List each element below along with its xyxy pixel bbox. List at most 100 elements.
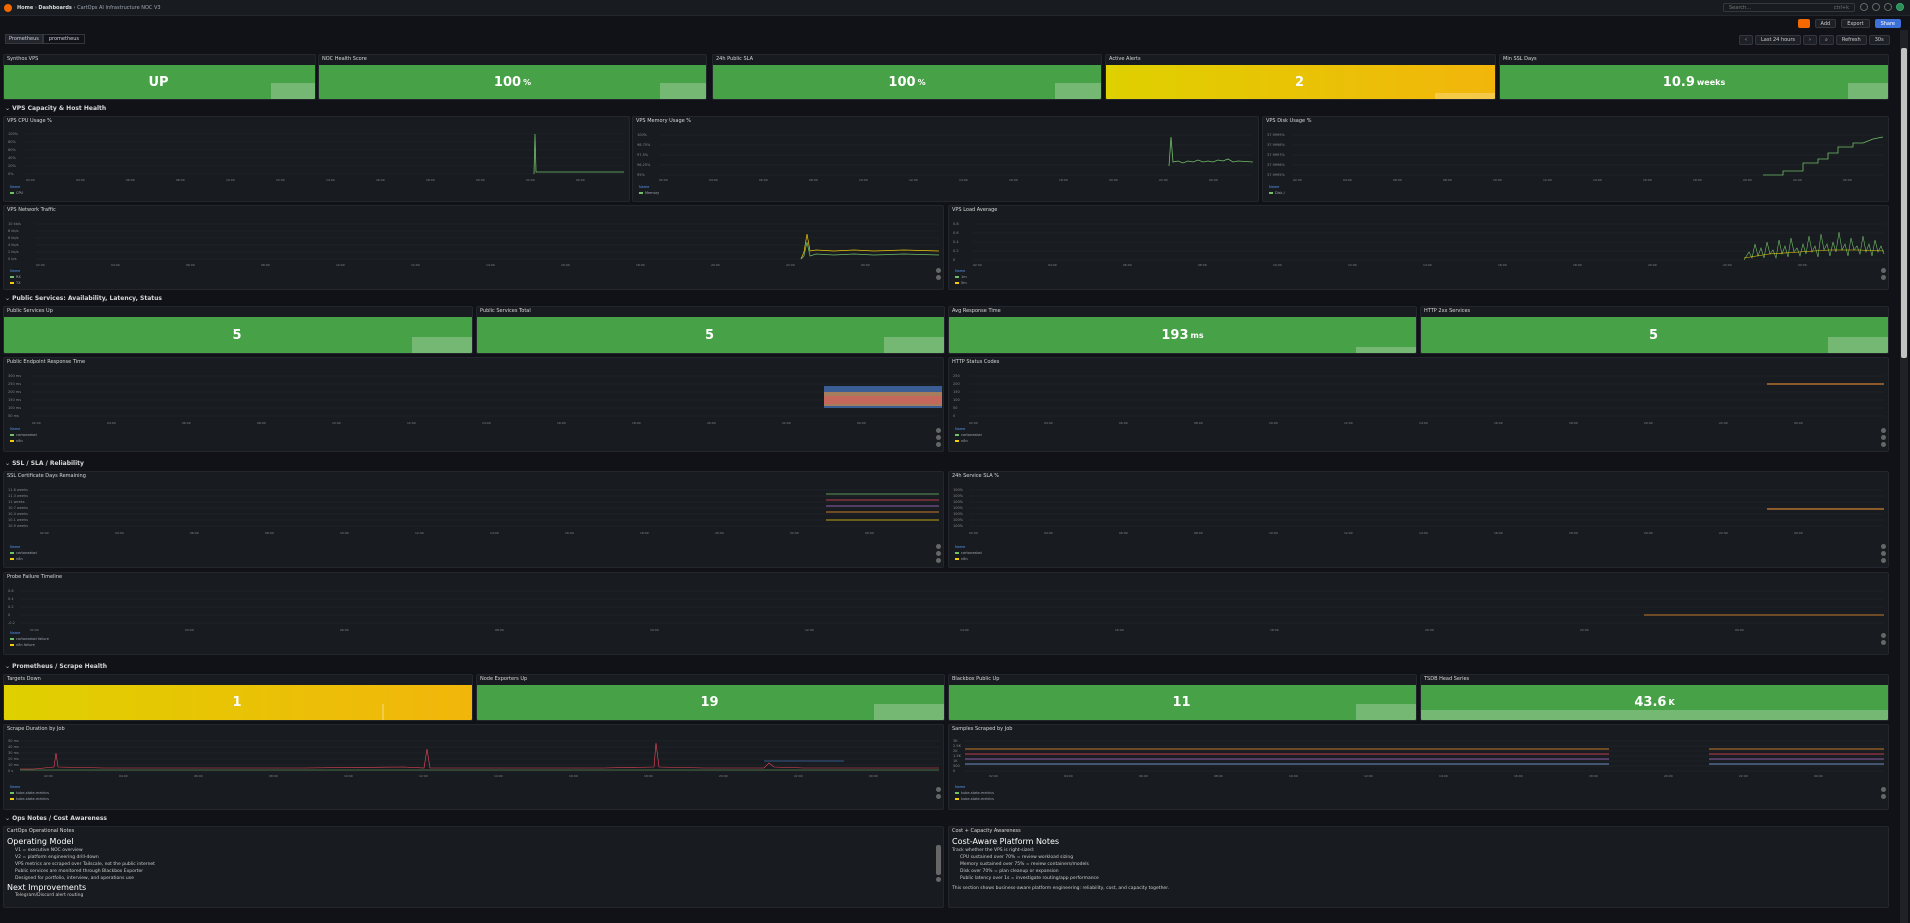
response-chart: 300 ms 250 ms 200 ms 150 ms 100 ms 50 ms 02:0… [8,374,942,425]
stat-panel-http-2xx[interactable]: HTTP 2xx Services 5 [1420,306,1889,354]
row-ops-notes[interactable]: Ops Notes / Cost Awareness [5,815,107,822]
panel-cost-capacity[interactable]: Cost + Capacity Awareness Cost-Aware Pla… [948,826,1889,908]
stat-value: 100% [319,65,706,99]
ssl-xticks: 02:00 04:00 06:00 08:00 10:00 12:00 14:00 16:00… [40,531,874,535]
panel-vps-network[interactable]: VPS Network Traffic 10 kb/s 8 kb/s 6 kb/s 4… [3,205,944,290]
ops-list: V1 = executive NOC overview V2 = platfor… [7,847,931,882]
panel-title: HTTP 2xx Services [1424,308,1471,314]
legend-scrollbar[interactable] [1881,544,1886,563]
page-scrollbar-thumb[interactable] [1901,48,1907,358]
samples-yticks: 3K2.5K2K1.5K1K5000 [953,739,962,773]
datasource-select[interactable]: prometheus [42,34,85,44]
panel-vps-cpu[interactable]: VPS CPU Usage % 100% 80% 60% 40% 20% 0% 02:00… [3,116,630,202]
legend-item-disk[interactable]: Disk / [1275,190,1285,196]
panel-probe-failure[interactable]: Probe Failure Timeline 0.6 0.4 0.2 0 -0.2 0 2… [3,572,1889,655]
legend-item-kube-state-2[interactable]: kube-state-metrics [961,796,994,802]
svg-text:00:00: 00:00 [1843,178,1852,182]
http-legend: Name cartoneatwi n8n [955,427,982,444]
datasource-variable[interactable]: Prometheus prometheus [5,34,85,44]
row-ssl-sla[interactable]: SSL / SLA / Reliability [5,460,84,467]
legend-item-n8n-failure[interactable]: n8n failure [16,642,35,648]
legend-item-tx[interactable]: TX [16,280,21,286]
panel-public-response-time[interactable]: Public Endpoint Response Time 300 ms 250 … [3,357,944,452]
panel-vps-load[interactable]: VPS Load Average 0.8 0.6 0.4 0.2 0 02:00 04:0… [948,205,1889,290]
panel-http-status-codes[interactable]: HTTP Status Codes 250 200 150 100 50 0 02:00 0… [948,357,1889,452]
legend-item-n8n[interactable]: n8n [961,438,968,444]
legend-scrollbar[interactable] [1881,633,1886,645]
stat-panel-targets-down[interactable]: Targets Down 1 [3,674,473,721]
stat-panel-public-up[interactable]: Public Services Up 5 [3,306,473,354]
legend-item-memory[interactable]: Memory [645,190,659,196]
svg-text:0.6: 0.6 [8,589,14,593]
legend-scrollbar[interactable] [936,268,941,280]
legend-item-cpu[interactable]: CPU [16,190,23,196]
panel-vps-memory[interactable]: VPS Memory Usage % 100% 98.75% 97.5% 96.25%… [632,116,1259,202]
breadcrumb-home[interactable]: Home [17,5,33,11]
stat-panel-node-exporters[interactable]: Node Exporters Up 19 [476,674,945,721]
news-icon[interactable] [1884,3,1892,11]
legend-scrollbar[interactable] [1881,268,1886,280]
grafana-logo-icon[interactable] [4,3,12,12]
export-button[interactable]: Export [1841,18,1870,28]
row-public-services[interactable]: Public Services: Availability, Latency, … [5,295,162,302]
legend-item-n8n[interactable]: n8n [16,438,23,444]
panel-ssl-cert-days[interactable]: SSL Certificate Days Remaining 11.6 week… [3,471,944,568]
legend-scrollbar[interactable] [936,544,941,563]
refresh-button[interactable]: Refresh [1835,35,1867,45]
panel-title: 24h Service SLA % [952,473,1000,479]
panel-ops-notes[interactable]: CartOps Operational Notes Operating Mode… [3,826,944,908]
avatar[interactable] [1896,3,1904,11]
page-scrollbar[interactable] [1900,30,1908,923]
stat-panel-noc-health[interactable]: NOC Health Score 100% [318,54,707,100]
panel-service-sla[interactable]: 24h Service SLA % 100% 100% 100% 100% 100% 10… [948,471,1889,568]
row-prometheus[interactable]: Prometheus / Scrape Health [5,663,107,670]
legend-item-n8n[interactable]: n8n [16,556,23,562]
breadcrumb-dashboards[interactable]: Dashboards [38,5,71,11]
legend-scrollbar[interactable] [936,428,941,447]
panel-samples-scraped[interactable]: Samples Scraped by Job 3K 2.5K 2K 1.5K 1K 500… [948,724,1889,810]
plus-icon[interactable] [1860,3,1868,11]
legend-scrollbar[interactable] [936,787,941,799]
dashboard-toolbar: Add Export Share [0,16,1910,30]
scrape-xticks: 02:00 04:00 06:00 08:00 10:00 12:00 14:00 16:00… [44,774,878,778]
panel-vps-disk[interactable]: VPS Disk Usage % 37.9999% 37.9998% 37.9997… [1262,116,1889,202]
panel-scrape-duration[interactable]: Scrape Duration by Job 50 ms 40 ms 30 ms 20… [3,724,944,810]
panel-title: VPS Disk Usage % [1266,118,1312,124]
svg-text:37.9997%: 37.9997% [1267,153,1285,157]
stat-panel-min-ssl[interactable]: Min SSL Days 10.9 weeks [1499,54,1889,100]
stat-panel-active-alerts[interactable]: Active Alerts 2 [1105,54,1496,100]
svg-text:04:00: 04:00 [107,421,116,425]
legend-scrollbar[interactable] [1881,428,1886,447]
search-input[interactable]: Search... ctrl+k [1723,3,1855,12]
svg-text:04:00: 04:00 [76,178,85,182]
stat-panel-avg-response[interactable]: Avg Response Time 193 ms [948,306,1417,354]
help-icon[interactable] [1872,3,1880,11]
svg-text:20:00: 20:00 [715,531,724,535]
stat-panel-synthos-vps[interactable]: Synthos VPS UP [3,54,316,100]
stat-panel-tsdb-head[interactable]: TSDB Head Series 43.6 K [1420,674,1889,721]
legend-item-n8n[interactable]: n8n [961,556,968,562]
list-item: CPU sustained over 70% = review workload… [960,855,1074,860]
alert-icon[interactable] [1797,18,1810,28]
time-back-button[interactable]: ‹ [1739,35,1753,45]
svg-text:300 ms: 300 ms [8,374,21,378]
share-button[interactable]: Share [1874,18,1901,28]
load-xticks: 02:00 04:00 06:00 08:00 10:00 12:00 14:00 16:00… [973,263,1807,267]
stat-panel-public-sla[interactable]: 24h Public SLA 100% [712,54,1102,100]
zoom-out-icon[interactable]: ⌕ [1819,35,1834,45]
row-vps[interactable]: VPS Capacity & Host Health [5,105,106,112]
time-range-picker[interactable]: Last 24 hours [1755,35,1802,45]
add-button[interactable]: Add [1814,18,1837,28]
legend-scrollbar[interactable] [1881,787,1886,799]
legend-item-5m[interactable]: 5m [961,280,967,286]
svg-text:08:00: 08:00 [495,628,504,632]
time-forward-button[interactable]: › [1803,35,1818,45]
stat-panel-public-total[interactable]: Public Services Total 5 [476,306,945,354]
svg-text:06:00: 06:00 [194,774,203,778]
refresh-interval-select[interactable]: 30s [1868,35,1890,45]
svg-text:10:00: 10:00 [226,178,235,182]
stat-panel-blackbox-up[interactable]: Blackbox Public Up 11 [948,674,1417,721]
legend-item-kube-state-2[interactable]: kube-state-metrics [16,796,49,802]
svg-text:08:00: 08:00 [269,774,278,778]
text-scrollbar[interactable] [936,845,941,907]
